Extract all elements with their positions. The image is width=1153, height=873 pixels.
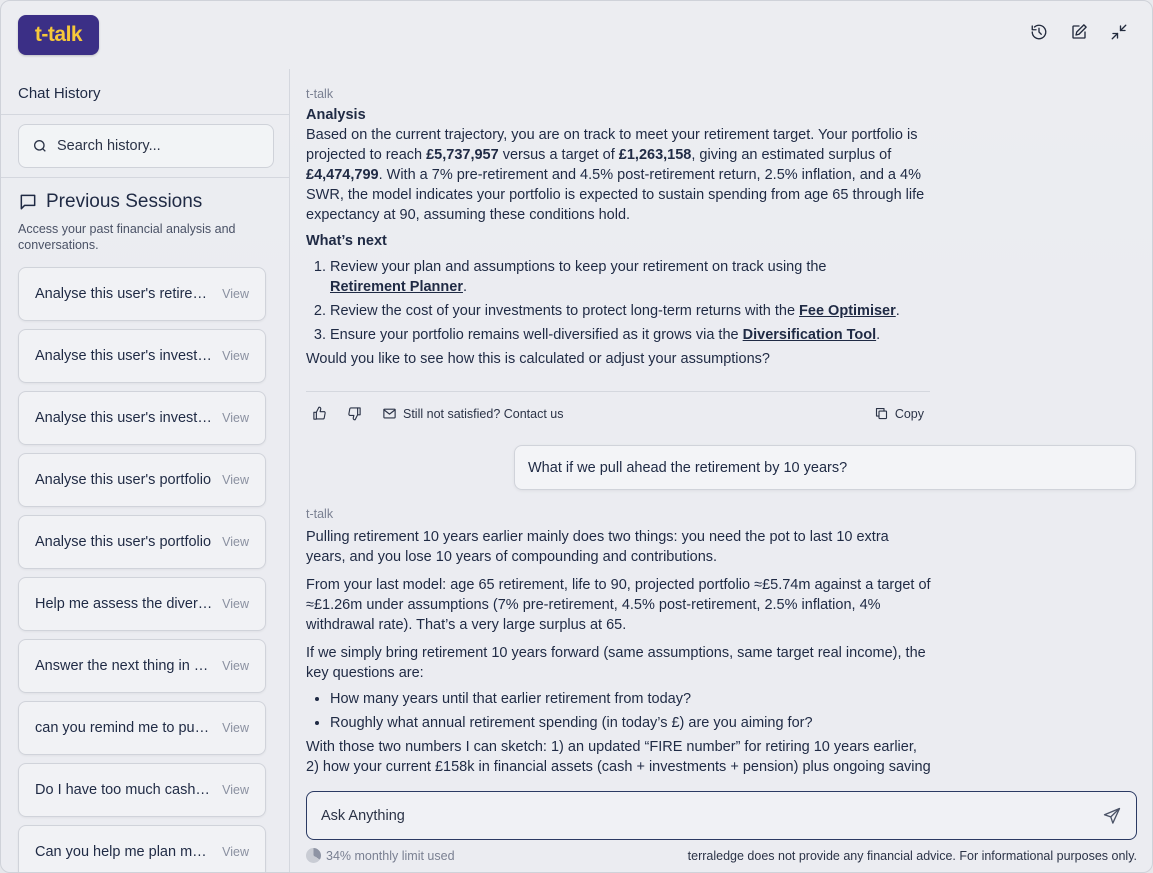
view-link[interactable]: View	[222, 845, 249, 859]
session-label: Can you help me plan my retirement	[35, 844, 213, 860]
thumbs-up-icon[interactable]	[312, 406, 327, 421]
list-item: Ensure your portfolio remains well-diver…	[330, 325, 931, 345]
previous-sessions-title: Previous Sessions	[46, 191, 203, 212]
message-paragraph: If we simply bring retirement 10 years f…	[306, 645, 926, 681]
session-item[interactable]: can you remind me to put money View	[18, 701, 266, 755]
session-label: Analyse this user's investments	[35, 348, 213, 364]
next-steps-list: Review your plan and assumptions to keep…	[330, 257, 931, 345]
footer: 34% monthly limit used terraledge does n…	[306, 848, 1137, 863]
top-actions	[1030, 23, 1128, 41]
analysis-heading: Analysis	[306, 107, 366, 123]
session-list: Analyse this user's retirement View Analys…	[18, 267, 266, 872]
disclaimer: terraledge does not provide any financia…	[687, 848, 1137, 863]
view-link[interactable]: View	[222, 287, 249, 301]
session-item[interactable]: Analyse this user's portfolio View	[18, 453, 266, 507]
session-label: Analyse this user's investments	[35, 410, 213, 426]
session-item[interactable]: Do I have too much cash for View	[18, 763, 266, 817]
history-icon[interactable]	[1030, 23, 1048, 41]
message-paragraph: With those two numbers I can sketch: 1) …	[306, 739, 931, 775]
whats-next-heading: What’s next	[306, 233, 387, 249]
list-item: Review the cost of your investments to p…	[330, 301, 931, 321]
send-icon[interactable]	[1102, 806, 1122, 826]
sidebar: Chat History Previous Sessions Access yo…	[1, 69, 290, 872]
list-item: Review your plan and assumptions to keep…	[330, 257, 931, 297]
session-label: Analyse this user's retirement	[35, 286, 213, 302]
session-item[interactable]: Analyse this user's portfolio View	[18, 515, 266, 569]
analysis-paragraph: Based on the current trajectory, you are…	[306, 127, 925, 223]
assistant-message: t-talk Pulling retirement 10 years earli…	[306, 507, 931, 781]
message-input[interactable]	[321, 807, 1102, 824]
session-item[interactable]: Help me assess the diversification View	[18, 577, 266, 631]
view-link[interactable]: View	[222, 473, 249, 487]
chat-bubble-icon	[20, 194, 36, 210]
contact-us-button[interactable]: Still not satisfied? Contact us	[382, 406, 564, 421]
view-link[interactable]: View	[222, 783, 249, 797]
session-label: Analyse this user's portfolio	[35, 472, 212, 488]
list-item: Roughly what annual retirement spending …	[330, 713, 931, 733]
search-box[interactable]	[18, 124, 274, 168]
session-label: Do I have too much cash for	[35, 782, 213, 798]
message-sender: t-talk	[306, 87, 334, 101]
divider	[1, 114, 290, 115]
session-label: Analyse this user's portfolio	[35, 534, 212, 550]
session-label: Help me assess the diversification	[35, 596, 213, 612]
copy-label: Copy	[894, 406, 924, 421]
questions-list: How many years until that earlier retire…	[330, 689, 931, 733]
previous-sessions-description: Access your past financial analysis and …	[18, 222, 236, 252]
copy-icon	[875, 407, 887, 420]
search-input[interactable]	[57, 138, 257, 154]
new-chat-icon[interactable]	[1070, 23, 1088, 41]
view-link[interactable]: View	[222, 411, 249, 425]
fee-optimiser-link[interactable]: Fee Optimiser	[799, 303, 896, 319]
sidebar-title: Chat History	[18, 85, 101, 102]
session-item[interactable]: Analyse this user's investments View	[18, 329, 266, 383]
chat-area: t-talk Analysis Based on the current tra…	[291, 69, 1152, 872]
session-item[interactable]: Analyse this user's retirement View	[18, 267, 266, 321]
assistant-message: t-talk Analysis Based on the current tra…	[306, 87, 931, 369]
contact-us-label: Still not satisfied? Contact us	[403, 406, 564, 421]
logo-text: t-talk	[34, 23, 83, 46]
usage-pie-icon	[306, 848, 321, 863]
minimize-icon[interactable]	[1110, 23, 1128, 41]
top-bar: t-talk	[1, 1, 1152, 69]
view-link[interactable]: View	[222, 349, 249, 363]
view-link[interactable]: View	[222, 721, 249, 735]
previous-sessions-header: Previous Sessions	[18, 191, 202, 213]
search-icon	[34, 140, 46, 152]
mail-icon	[383, 408, 396, 419]
session-label: can you remind me to put money	[35, 720, 213, 736]
usage-indicator: 34% monthly limit used	[306, 848, 455, 863]
message-sender: t-talk	[306, 507, 334, 521]
user-message: What if we pull ahead the retirement by …	[514, 445, 1136, 490]
view-link[interactable]: View	[222, 597, 249, 611]
thumbs-down-icon[interactable]	[347, 406, 362, 421]
logo: t-talk	[18, 15, 99, 55]
view-link[interactable]: View	[222, 535, 249, 549]
message-actions: Still not satisfied? Contact us Copy	[306, 391, 930, 435]
retirement-planner-link[interactable]: Retirement Planner	[330, 279, 463, 295]
session-item[interactable]: Answer the next thing in order View	[18, 639, 266, 693]
usage-text: 34% monthly limit used	[326, 848, 455, 863]
session-label: Answer the next thing in order	[35, 658, 213, 674]
app-window: t-talk Chat History Previous Sessions Ac…	[0, 0, 1153, 873]
copy-button[interactable]: Copy	[874, 406, 924, 421]
view-link[interactable]: View	[222, 659, 249, 673]
session-item[interactable]: Can you help me plan my retirement View	[18, 825, 266, 872]
divider	[1, 177, 290, 178]
follow-up-question: Would you like to see how this is calcul…	[306, 351, 770, 367]
chat-composer[interactable]	[306, 791, 1137, 840]
diversification-tool-link[interactable]: Diversification Tool	[743, 327, 876, 343]
message-paragraph: Pulling retirement 10 years earlier main…	[306, 529, 889, 565]
message-paragraph: From your last model: age 65 retirement,…	[306, 577, 931, 633]
list-item: How many years until that earlier retire…	[330, 689, 931, 709]
session-item[interactable]: Analyse this user's investments View	[18, 391, 266, 445]
